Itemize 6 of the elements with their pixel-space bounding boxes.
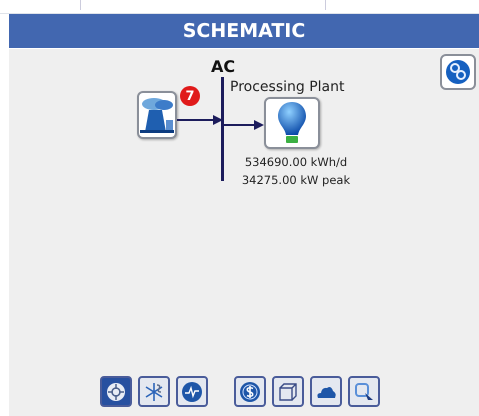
header-title: SCHEMATIC: [182, 20, 306, 42]
count-badge: 7: [180, 86, 200, 106]
load-reading: 534690.00 kWh/d: [244, 154, 348, 171]
load-reading: 34275.00 kW peak: [242, 172, 350, 189]
bus-label: AC: [211, 57, 236, 76]
load-name: Processing Plant: [230, 79, 344, 95]
